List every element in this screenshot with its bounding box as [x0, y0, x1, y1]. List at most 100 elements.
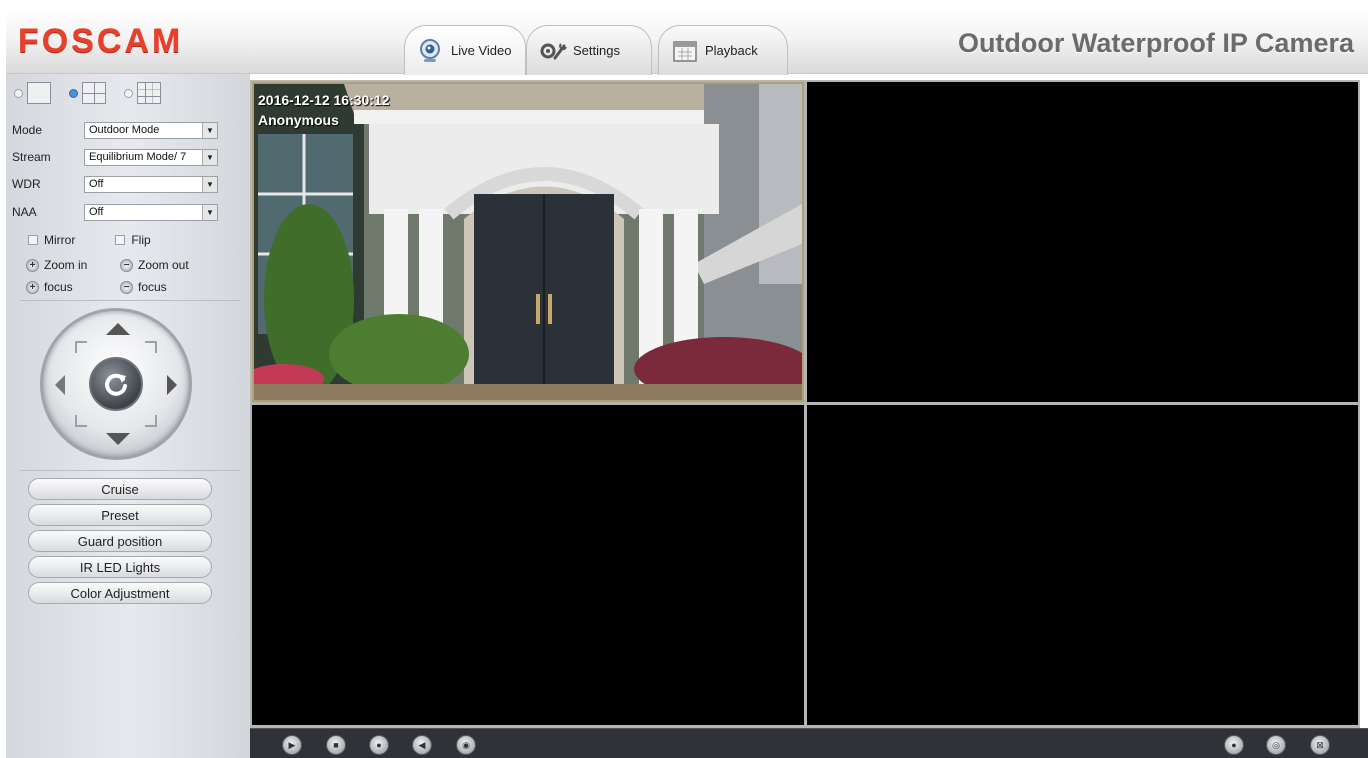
ptz-right-arrow-icon[interactable]: [167, 375, 177, 395]
naa-select[interactable]: Off ▼: [84, 203, 218, 221]
minus-icon[interactable]: −: [120, 258, 133, 272]
app-window: FOSCAM Live Video Settings Playback Outd…: [0, 0, 1368, 758]
cruise-button[interactable]: Cruise: [28, 478, 212, 500]
layout-9-view-option[interactable]: [124, 82, 161, 104]
mirror-check-box[interactable]: [28, 235, 38, 245]
product-title: Outdoor Waterproof IP Camera: [957, 28, 1354, 58]
ptz-control-pad: [40, 308, 192, 460]
rotate-icon: [105, 373, 127, 396]
house-front-image: [254, 84, 802, 400]
color-adjustment-button[interactable]: Color Adjustment: [28, 582, 212, 604]
chevron-down-icon[interactable]: ▼: [202, 176, 217, 192]
control-sidebar: Mode Outdoor Mode ▼ Stream Equilibrium M…: [6, 74, 250, 758]
stream-value: Equilibrium Mode/ 7: [89, 151, 187, 163]
chevron-down-icon[interactable]: ▼: [202, 149, 217, 165]
speaker-icon: ◀: [418, 739, 426, 750]
ptz-down-right-arrow-icon[interactable]: [145, 415, 157, 427]
record-icon: ●: [1231, 740, 1237, 750]
mirror-label: Mirror: [44, 233, 76, 247]
sidebar-divider: [20, 300, 240, 301]
audio-button[interactable]: ◀: [412, 735, 432, 755]
camera-name-label: Anonymous: [258, 112, 339, 128]
sidebar-divider: [20, 470, 240, 471]
zoom-row: + Zoom in − Zoom out: [26, 258, 214, 272]
fullscreen-button[interactable]: ⊠: [1310, 735, 1330, 755]
mode-label: Mode: [12, 123, 43, 137]
tab-settings[interactable]: Settings: [526, 25, 652, 75]
mode-row: Mode Outdoor Mode ▼: [12, 121, 222, 139]
chevron-down-icon[interactable]: ▼: [202, 122, 217, 138]
layout-1-radio[interactable]: [14, 88, 23, 98]
ptz-up-left-arrow-icon[interactable]: [75, 341, 87, 353]
snapshot-button[interactable]: ◉: [456, 735, 476, 755]
play-button[interactable]: ▶: [282, 735, 302, 755]
video-timestamp: 2016-12-12 16:30:12: [258, 92, 390, 108]
focus-plus-label: focus: [44, 280, 73, 294]
focus-plus-button[interactable]: + focus: [26, 280, 120, 294]
ptz-up-right-arrow-icon[interactable]: [145, 341, 157, 353]
ptz-reset-button[interactable]: [89, 357, 143, 411]
preset-button[interactable]: Preset: [28, 504, 212, 526]
plus-icon[interactable]: +: [26, 258, 39, 272]
header-bar: FOSCAM Live Video Settings Playback Outd…: [6, 8, 1368, 75]
layout-4-view-option[interactable]: [69, 82, 106, 104]
chevron-down-icon[interactable]: ▼: [202, 204, 217, 220]
video-grid: 2016-12-12 16:30:12 Anonymous: [250, 80, 1360, 728]
mode-value: Outdoor Mode: [89, 124, 160, 136]
layout-selector: [14, 82, 161, 104]
ir-led-lights-button[interactable]: IR LED Lights: [28, 556, 212, 578]
calendar-icon: [671, 38, 697, 64]
layout-4-radio[interactable]: [69, 88, 78, 98]
mirror-checkbox[interactable]: Mirror: [28, 233, 75, 247]
camera-view-1[interactable]: 2016-12-12 16:30:12 Anonymous: [252, 82, 804, 402]
record-button[interactable]: ●: [1224, 735, 1244, 755]
mirror-flip-row: Mirror Flip: [28, 233, 151, 247]
gear-wrench-icon: [539, 38, 567, 64]
guard-position-button[interactable]: Guard position: [28, 530, 212, 552]
camera-view-3[interactable]: [252, 405, 804, 725]
video-toolbar: ▶ ■ ● ◀ ◉ ● ◎ ⊠: [250, 728, 1368, 758]
ptz-left-arrow-icon[interactable]: [55, 375, 65, 395]
stop-icon: ■: [333, 740, 339, 750]
play-icon: ▶: [288, 739, 296, 750]
camera-view-2[interactable]: [807, 82, 1358, 402]
layout-1-view-option[interactable]: [14, 82, 51, 104]
tab-label: Settings: [573, 43, 620, 58]
tab-playback[interactable]: Playback: [658, 25, 788, 75]
wdr-value: Off: [89, 178, 104, 190]
stream-label: Stream: [12, 150, 51, 164]
stop-button[interactable]: ■: [326, 735, 346, 755]
minus-icon[interactable]: −: [120, 280, 133, 294]
layout-9-radio[interactable]: [124, 88, 133, 98]
focus-row: + focus − focus: [26, 280, 214, 294]
tab-label: Live Video: [451, 43, 512, 58]
mode-select[interactable]: Outdoor Mode ▼: [84, 121, 218, 139]
focus-minus-button[interactable]: − focus: [120, 280, 214, 294]
talk-button[interactable]: ●: [369, 735, 389, 755]
microphone-icon: ●: [376, 740, 382, 750]
full-view-button[interactable]: ◎: [1266, 735, 1286, 755]
naa-row: NAA Off ▼: [12, 203, 222, 221]
camera-view-4[interactable]: [807, 405, 1358, 725]
plus-icon[interactable]: +: [26, 280, 39, 294]
zoom-in-button[interactable]: + Zoom in: [26, 258, 120, 272]
flip-checkbox[interactable]: Flip: [115, 233, 151, 247]
zoom-out-button[interactable]: − Zoom out: [120, 258, 214, 272]
flip-label: Flip: [131, 233, 151, 247]
single-view-icon: [27, 82, 51, 104]
zoom-in-label: Zoom in: [44, 258, 88, 272]
wdr-row: WDR Off ▼: [12, 175, 222, 193]
naa-label: NAA: [12, 205, 37, 219]
camera-icon: [417, 38, 443, 64]
flip-check-box[interactable]: [115, 235, 126, 245]
stream-row: Stream Equilibrium Mode/ 7 ▼: [12, 148, 222, 166]
camera-icon: ◉: [462, 739, 470, 750]
stream-select[interactable]: Equilibrium Mode/ 7 ▼: [84, 148, 218, 166]
tab-live-video[interactable]: Live Video: [404, 25, 526, 75]
ptz-up-arrow-icon[interactable]: [106, 323, 130, 335]
wdr-select[interactable]: Off ▼: [84, 175, 218, 193]
ptz-down-left-arrow-icon[interactable]: [75, 415, 87, 427]
ptz-down-arrow-icon[interactable]: [106, 433, 130, 445]
naa-value: Off: [89, 206, 104, 218]
wdr-label: WDR: [12, 177, 41, 191]
